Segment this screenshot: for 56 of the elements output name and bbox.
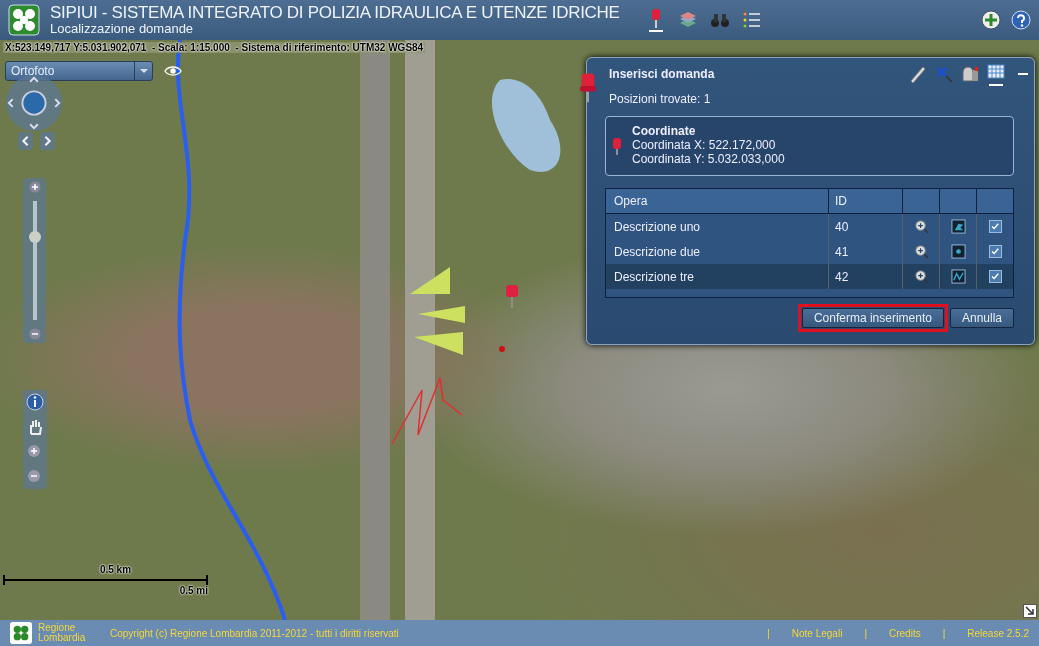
column-header: Opera bbox=[606, 189, 829, 213]
coordinate-x: Coordinata X: 522.172,000 bbox=[632, 139, 777, 153]
checkbox[interactable] bbox=[988, 270, 1002, 283]
resize-icon[interactable] bbox=[1023, 604, 1037, 618]
results-count: Posizioni trovate: 1 bbox=[609, 92, 712, 106]
table-cell: 42 bbox=[829, 264, 903, 289]
logo-icon bbox=[8, 4, 40, 36]
logo-icon bbox=[10, 622, 32, 644]
panel-title: Inserisci domanda bbox=[609, 67, 716, 81]
info-icon[interactable] bbox=[25, 392, 45, 412]
footer-logo-text: Regione Lombardia bbox=[38, 623, 87, 643]
point-icon[interactable] bbox=[950, 244, 966, 259]
checkbox[interactable] bbox=[988, 220, 1002, 233]
triangle-marker bbox=[418, 306, 465, 323]
zoom-in-icon[interactable] bbox=[913, 269, 929, 284]
list-icon[interactable] bbox=[741, 10, 762, 30]
confirm-button[interactable]: Conferma inserimento bbox=[801, 308, 944, 328]
triangle-marker bbox=[410, 267, 450, 294]
scale-label: 0.5 km bbox=[99, 564, 132, 575]
zigzag-line bbox=[391, 377, 463, 445]
coordinate-y: Coordinata Y: 5.032.033,000 bbox=[632, 152, 785, 167]
triangle-marker bbox=[414, 332, 463, 355]
scale-label: 0.5 mi bbox=[179, 585, 208, 596]
pencil-icon[interactable] bbox=[908, 64, 928, 84]
zoom-in-icon[interactable] bbox=[913, 244, 929, 259]
zoom-slider[interactable] bbox=[23, 178, 46, 343]
map-pin-icon bbox=[506, 285, 518, 309]
line-icon[interactable] bbox=[950, 269, 966, 284]
column-header: ID bbox=[829, 189, 903, 213]
pan-control[interactable] bbox=[5, 74, 63, 132]
mailbox-icon[interactable] bbox=[960, 64, 980, 84]
eye-icon[interactable] bbox=[164, 65, 182, 77]
app-subtitle: Localizzazione domande bbox=[50, 22, 195, 37]
zoom-out-icon[interactable] bbox=[28, 328, 41, 340]
table-cell: Descrizione tre bbox=[606, 264, 829, 289]
polygon-icon[interactable] bbox=[950, 219, 966, 234]
layer-dropdown[interactable]: Ortofoto bbox=[5, 61, 153, 81]
point-marker bbox=[499, 346, 505, 352]
version-label: Release 2.5.2 bbox=[967, 627, 1029, 639]
app-title: SIPIUI - SISTEMA INTEGRATO DI POLIZIA IDRAULICA E UTENZE IDRICHE bbox=[50, 3, 620, 23]
checkbox[interactable] bbox=[988, 245, 1002, 258]
separator: | bbox=[864, 627, 867, 639]
coordinates-title: Coordinate bbox=[632, 125, 697, 140]
add-icon[interactable] bbox=[981, 10, 1001, 30]
zoom-in-icon[interactable] bbox=[28, 181, 41, 193]
help-icon[interactable] bbox=[1011, 10, 1031, 30]
table-icon[interactable] bbox=[986, 62, 1006, 82]
table-row[interactable]: Descrizione tre 42 bbox=[606, 264, 1013, 289]
slider-thumb[interactable] bbox=[28, 230, 41, 243]
separator: | bbox=[942, 627, 946, 639]
zoom-in-icon[interactable] bbox=[913, 219, 929, 234]
copyright-text: Copyright (c) Regione Lombardia 2011-2012 - tutti i diritti riservati bbox=[110, 627, 399, 639]
separator: | bbox=[767, 627, 770, 639]
coordinate-readout: X:523.149,717 Y:5.031.902,071 - Scala: 1:15.000 - Sistema di riferimento: UTM32 WGS84 bbox=[3, 42, 426, 53]
cancel-button[interactable]: Annulla bbox=[949, 308, 1014, 328]
aerial-map[interactable] bbox=[0, 40, 1039, 620]
